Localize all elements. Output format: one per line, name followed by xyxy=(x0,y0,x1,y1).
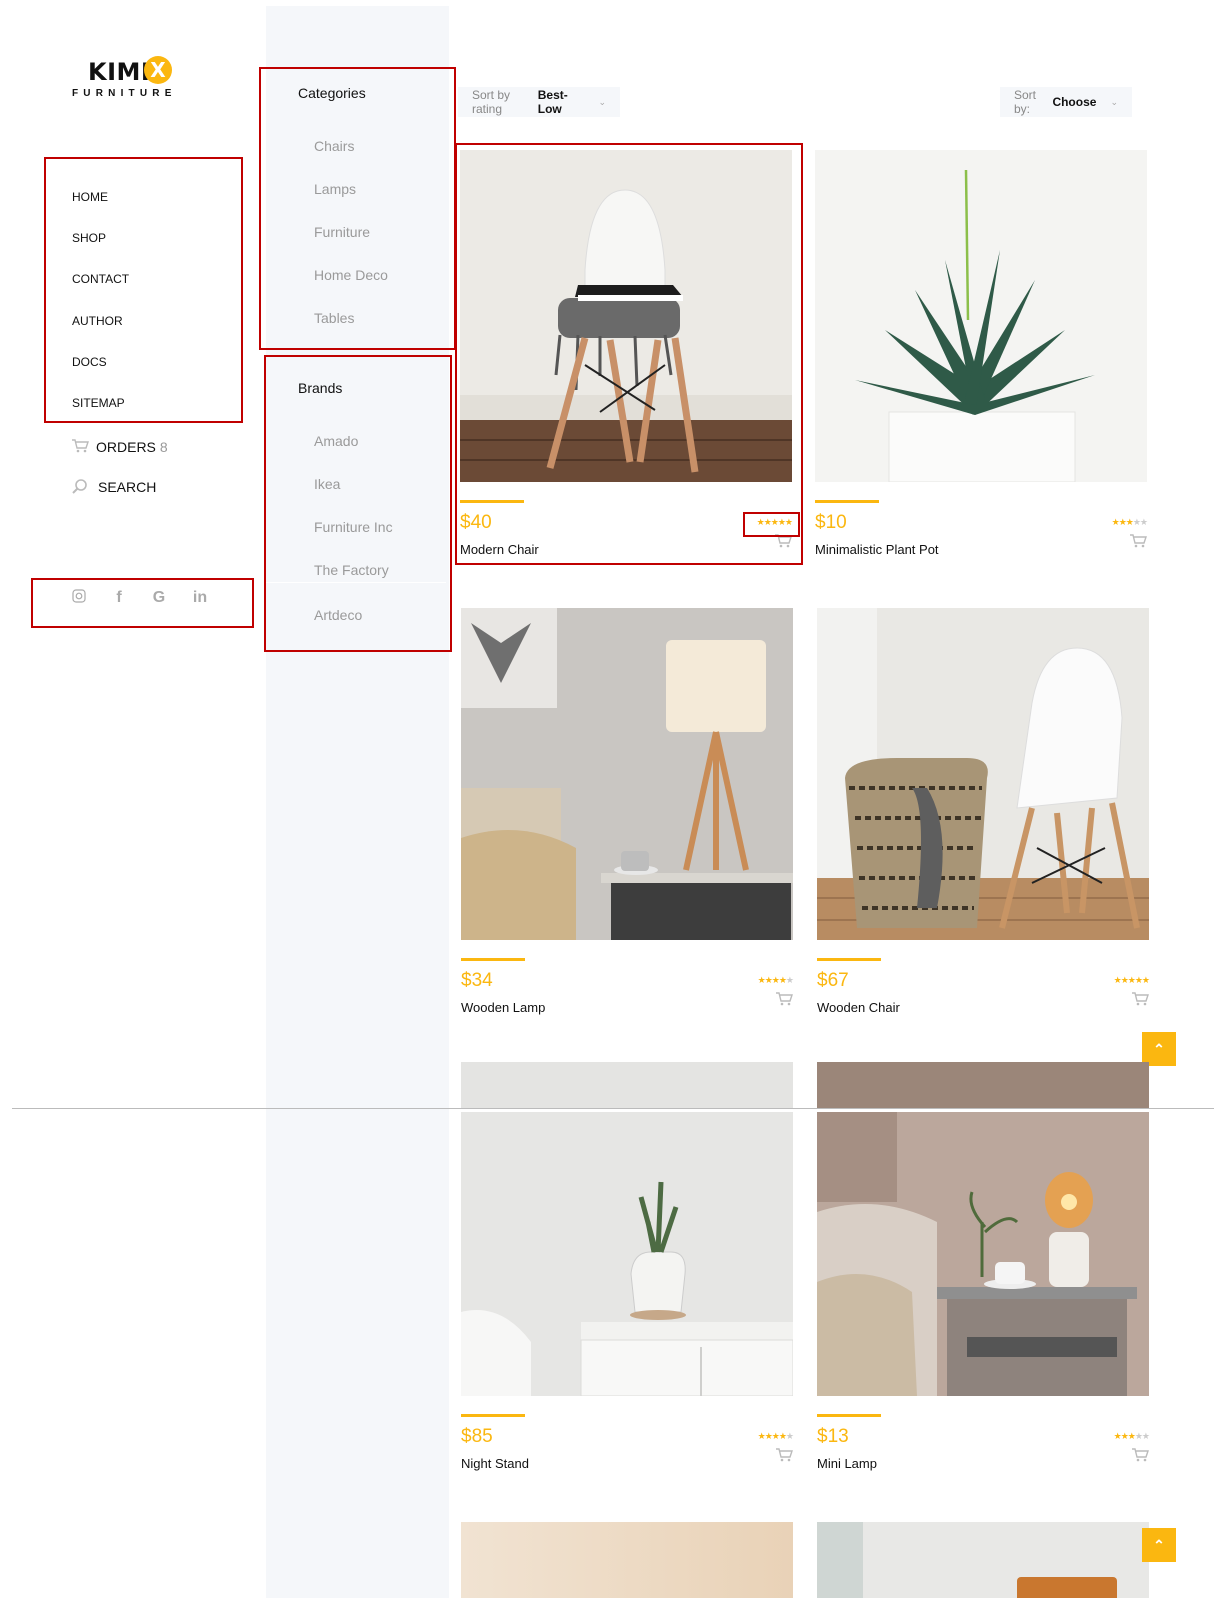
search-link[interactable]: SEARCH xyxy=(70,479,156,495)
product-image-wooden-chair[interactable] xyxy=(817,608,1149,940)
categories-highlight xyxy=(259,67,456,350)
price-accent-bar xyxy=(817,1414,881,1417)
product-card[interactable]: $10 Minimalistic Plant Pot ★★★★★ xyxy=(815,150,1148,570)
scroll-to-top-button[interactable]: ⌃ xyxy=(1142,1528,1176,1562)
product-card[interactable]: $85 Night Stand ★★★★★ xyxy=(461,1112,794,1532)
product-name[interactable]: Minimalistic Plant Pot xyxy=(815,542,939,557)
sidebar-divider xyxy=(266,582,446,583)
orders-count: 8 xyxy=(159,439,168,455)
category-lamps[interactable]: Lamps xyxy=(314,181,356,197)
add-to-cart-icon[interactable] xyxy=(1131,1448,1149,1462)
categories-title: Categories xyxy=(298,85,366,101)
brands-title: Brands xyxy=(298,380,343,396)
product-rating: ★★★★★ xyxy=(1113,975,1150,985)
product-image-wooden-lamp[interactable] xyxy=(461,608,793,940)
product-name[interactable]: Mini Lamp xyxy=(817,1456,877,1471)
price-accent-bar xyxy=(815,500,879,503)
chevron-down-icon: ⌄ xyxy=(598,96,606,107)
category-furniture[interactable]: Furniture xyxy=(314,224,370,240)
add-to-cart-icon[interactable] xyxy=(1131,992,1149,1006)
sort-by-select[interactable]: Sort by: Choose ⌄ xyxy=(1000,87,1132,117)
logo-x-mark: X xyxy=(144,56,172,84)
nav-sitemap[interactable]: SITEMAP xyxy=(72,396,125,410)
product-card[interactable]: $13 Mini Lamp ★★★★★ xyxy=(817,1112,1150,1532)
orders-label: ORDERS xyxy=(96,439,156,455)
product-price: $13 xyxy=(817,1426,849,1447)
brand-amado[interactable]: Amado xyxy=(314,433,358,449)
instagram-icon[interactable] xyxy=(69,589,89,608)
chevron-down-icon: ⌄ xyxy=(1110,96,1118,107)
product-rating: ★★★★★ xyxy=(1111,517,1148,527)
product-rating: ★★★★★ xyxy=(757,975,794,985)
social-links: f G in xyxy=(31,578,254,628)
product-card[interactable]: $34 Wooden Lamp ★★★★★ xyxy=(461,608,794,1028)
nav-author[interactable]: AUTHOR xyxy=(72,314,123,328)
orders-link[interactable]: ORDERS 8 xyxy=(70,439,168,455)
product-image-night-stand[interactable] xyxy=(461,1112,793,1396)
product-rating: ★★★★★ xyxy=(1113,1431,1150,1441)
rating-highlight xyxy=(743,512,800,537)
product-price: $10 xyxy=(815,512,847,533)
product-card[interactable]: $67 Wooden Chair ★★★★★ xyxy=(817,608,1150,1028)
price-accent-bar xyxy=(461,1414,525,1417)
facebook-icon[interactable]: f xyxy=(109,589,129,607)
logo-wordmark: KIMI xyxy=(88,58,151,86)
brand-furniture-inc[interactable]: Furniture Inc xyxy=(314,519,393,535)
product-card-highlight xyxy=(455,143,803,565)
sort-rating-label: Sort by rating xyxy=(472,88,511,116)
product-price: $34 xyxy=(461,970,493,991)
sort-by-label: Sort by: xyxy=(1014,88,1037,116)
nav-shop[interactable]: SHOP xyxy=(72,231,106,245)
price-accent-bar xyxy=(461,958,525,961)
nav-contact[interactable]: CONTACT xyxy=(72,272,129,286)
category-tables[interactable]: Tables xyxy=(314,310,354,326)
sort-by-value: Choose xyxy=(1052,95,1097,109)
brand-artdeco[interactable]: Artdeco xyxy=(314,607,362,623)
add-to-cart-icon[interactable] xyxy=(1129,534,1147,548)
product-name[interactable]: Wooden Lamp xyxy=(461,1000,545,1015)
main-nav: HOME SHOP CONTACT AUTHOR DOCS SITEMAP xyxy=(44,157,243,423)
price-accent-bar xyxy=(817,958,881,961)
brand-ikea[interactable]: Ikea xyxy=(314,476,340,492)
product-price: $67 xyxy=(817,970,849,991)
google-icon[interactable]: G xyxy=(149,589,169,607)
add-to-cart-icon[interactable] xyxy=(775,1448,793,1462)
image-slice xyxy=(461,1522,793,1598)
image-slice xyxy=(461,1062,793,1108)
sort-rating-select[interactable]: Sort by rating Best-Low ⌄ xyxy=(458,87,620,117)
brand-the-factory[interactable]: The Factory xyxy=(314,562,389,578)
add-to-cart-icon[interactable] xyxy=(775,992,793,1006)
product-image-plant-pot[interactable] xyxy=(815,150,1147,482)
nav-home[interactable]: HOME xyxy=(72,190,108,204)
linkedin-icon[interactable]: in xyxy=(190,589,210,607)
search-icon xyxy=(70,479,90,495)
sort-rating-value: Best-Low xyxy=(537,88,568,116)
site-logo[interactable]: KIMI X FURNITURE xyxy=(72,56,182,102)
scroll-to-top-button[interactable]: ⌃ xyxy=(1142,1032,1176,1066)
logo-subtitle: FURNITURE xyxy=(72,88,177,99)
product-image-mini-lamp[interactable] xyxy=(817,1112,1149,1396)
image-slice xyxy=(817,1522,1149,1598)
category-home-deco[interactable]: Home Deco xyxy=(314,267,388,283)
search-label: SEARCH xyxy=(98,479,157,495)
nav-docs[interactable]: DOCS xyxy=(72,355,107,369)
product-name[interactable]: Wooden Chair xyxy=(817,1000,900,1015)
category-chairs[interactable]: Chairs xyxy=(314,138,354,154)
screenshot-divider xyxy=(12,1108,1214,1109)
product-rating: ★★★★★ xyxy=(757,1431,794,1441)
image-slice xyxy=(817,1062,1149,1108)
product-price: $85 xyxy=(461,1426,493,1447)
cart-icon xyxy=(70,439,90,455)
product-name[interactable]: Night Stand xyxy=(461,1456,529,1471)
